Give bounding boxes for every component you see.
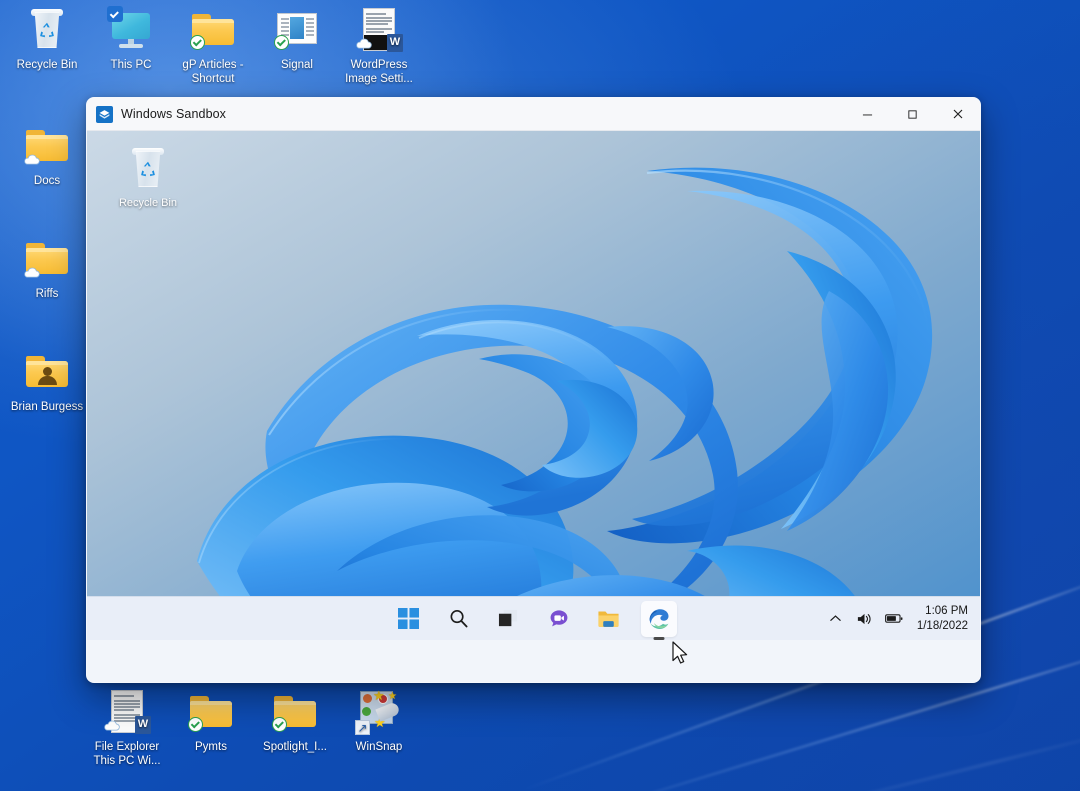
desktop-icon-wordpress-image-settings[interactable]: W WordPress Image Setti... (336, 6, 422, 86)
desktop-icon-brian-burgess[interactable]: Brian Burgess (4, 348, 90, 415)
windows-sandbox-icon (96, 106, 113, 123)
desktop-icon-label: Recycle Bin (119, 197, 177, 209)
folder-icon (187, 688, 235, 736)
volume-icon[interactable] (856, 610, 874, 628)
desktop-icon-label: Spotlight_I... (252, 741, 338, 755)
windows-desktop[interactable]: Recycle Bin This PC gP Articles - Shortc… (0, 0, 1080, 791)
taskbar-clock[interactable]: 1:06 PM 1/18/2022 (917, 604, 968, 634)
user-folder-icon (23, 348, 71, 396)
onedrive-cloud-badge-icon (355, 38, 372, 49)
desktop-icon-recycle-bin[interactable]: Recycle Bin (4, 6, 90, 73)
windows-sandbox-window[interactable]: Windows Sandbox (86, 97, 981, 683)
wallpaper-streak (600, 725, 1080, 791)
folder-icon (23, 235, 71, 283)
sync-check-badge-icon (274, 35, 289, 50)
battery-icon[interactable] (885, 610, 903, 628)
this-pc-icon (107, 6, 155, 54)
desktop-icon-label: WordPress Image Setti... (336, 59, 422, 86)
close-button[interactable] (935, 98, 980, 131)
search-icon (448, 608, 469, 629)
desktop-icon-file-explorer-doc[interactable]: W File Explorer This PC Wi... (84, 688, 170, 768)
sandbox-desktop[interactable]: Recycle Bin (87, 131, 980, 640)
minimize-button[interactable] (845, 98, 890, 131)
desktop-icon-label: Docs (4, 175, 90, 189)
word-document-icon: W (103, 688, 151, 736)
desktop-icon-label: Brian Burgess (4, 401, 90, 415)
desktop-icon-label: File Explorer This PC Wi... (84, 741, 170, 768)
windows-logo-icon (398, 608, 419, 629)
window-titlebar[interactable]: Windows Sandbox (87, 98, 980, 131)
file-explorer-button[interactable] (591, 601, 627, 637)
window-document-icon (273, 6, 321, 54)
edge-button[interactable] (641, 601, 677, 637)
desktop-icon-label: Riffs (4, 288, 90, 302)
word-badge-icon: W (387, 34, 403, 52)
microsoft-edge-icon (647, 607, 671, 631)
sync-check-badge-icon (190, 35, 205, 50)
folder-icon (271, 688, 319, 736)
taskbar-system-tray[interactable]: 1:06 PM 1/18/2022 (827, 604, 972, 634)
desktop-icon-winsnap[interactable]: ★ ★ ★ ↗ WinSnap (336, 688, 422, 755)
winsnap-icon: ★ ★ ★ ↗ (355, 688, 403, 736)
onedrive-cloud-badge-icon (23, 267, 40, 278)
recycle-bin-icon (124, 145, 172, 193)
task-view-icon (498, 608, 519, 629)
window-title: Windows Sandbox (121, 107, 226, 121)
onedrive-cloud-badge-icon (103, 720, 120, 731)
active-app-indicator (653, 637, 664, 640)
maximize-button[interactable] (890, 98, 935, 131)
folder-icon (189, 6, 237, 54)
desktop-icon-label: Recycle Bin (4, 59, 90, 73)
chat-icon (548, 608, 570, 630)
clock-date: 1/18/2022 (917, 619, 968, 634)
desktop-icon-riffs[interactable]: Riffs (4, 235, 90, 302)
desktop-icon-signal[interactable]: Signal (254, 6, 340, 73)
desktop-icon-gp-articles[interactable]: gP Articles - Shortcut (170, 6, 256, 86)
start-button[interactable] (391, 601, 427, 637)
desktop-icon-this-pc[interactable]: This PC (88, 6, 174, 73)
wallpaper-bloom (87, 131, 980, 640)
clock-time: 1:06 PM (917, 604, 968, 619)
shortcut-arrow-badge-icon: ↗ (355, 720, 370, 735)
chat-button[interactable] (541, 601, 577, 637)
sandbox-taskbar[interactable]: 1:06 PM 1/18/2022 (87, 596, 980, 640)
desktop-icon-docs[interactable]: Docs (4, 122, 90, 189)
desktop-icon-spotlight[interactable]: Spotlight_I... (252, 688, 338, 755)
sync-check-badge-icon (188, 717, 203, 732)
recycle-bin-icon (23, 6, 71, 54)
sandbox-desktop-icon-recycle-bin[interactable]: Recycle Bin (105, 145, 191, 210)
desktop-icon-label: gP Articles - Shortcut (170, 59, 256, 86)
task-view-button[interactable] (491, 601, 527, 637)
desktop-icon-pymts[interactable]: Pymts (168, 688, 254, 755)
sync-check-badge-icon (272, 717, 287, 732)
desktop-icon-label: Pymts (168, 741, 254, 755)
search-button[interactable] (441, 601, 477, 637)
word-document-icon: W (355, 6, 403, 54)
folder-icon (23, 122, 71, 170)
desktop-icon-label: Signal (254, 59, 340, 73)
desktop-icon-label: This PC (88, 59, 174, 73)
desktop-icon-label: WinSnap (336, 741, 422, 755)
onedrive-cloud-badge-icon (23, 154, 40, 165)
blue-check-badge-icon (107, 6, 123, 22)
file-explorer-icon (597, 608, 620, 630)
chevron-up-icon[interactable] (827, 610, 845, 628)
word-badge-icon: W (135, 716, 151, 734)
